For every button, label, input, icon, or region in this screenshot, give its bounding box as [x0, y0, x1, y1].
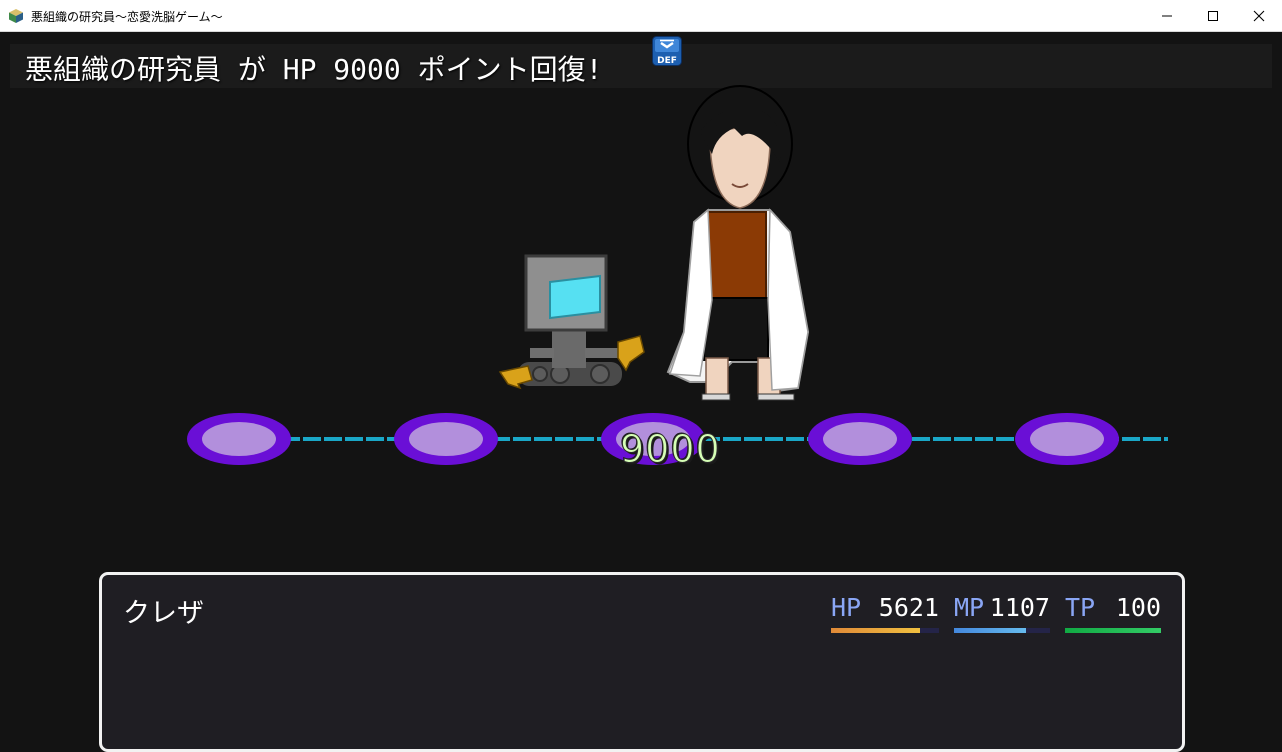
mp-value: 1107	[989, 593, 1050, 622]
hp-gauge-fill	[831, 628, 920, 633]
tp-label: TP	[1065, 593, 1096, 622]
party-status-window[interactable]: クレザ HP 5621 MP 1107 TP 100	[99, 572, 1185, 752]
tp-gauge: TP 100	[1065, 593, 1161, 633]
tp-gauge-track	[1065, 628, 1161, 633]
maximize-icon	[1208, 10, 1218, 21]
hp-label: HP	[831, 593, 862, 622]
mp-gauge-fill	[954, 628, 1026, 633]
maximize-button[interactable]	[1190, 0, 1236, 31]
stage-node[interactable]	[1015, 413, 1119, 465]
minimize-icon	[1162, 15, 1172, 16]
close-button[interactable]	[1236, 0, 1282, 31]
stage-node[interactable]	[394, 413, 498, 465]
mp-gauge: MP 1107	[954, 593, 1050, 633]
tp-gauge-fill	[1065, 628, 1161, 633]
mp-label: MP	[954, 593, 985, 622]
battle-screen[interactable]: 悪組織の研究員 が HP 9000 ポイント回復! DEF 9000 クレザ H…	[0, 32, 1282, 752]
window-title: 悪組織の研究員～恋愛洗脳ゲーム～	[31, 10, 223, 24]
researcher-character-sprite[interactable]	[666, 85, 810, 401]
hp-gauge: HP 5621	[831, 593, 939, 633]
robot-enemy-sprite[interactable]	[498, 254, 645, 390]
game-app-icon	[9, 9, 23, 23]
mp-gauge-track	[954, 628, 1050, 633]
window-titlebar: 悪組織の研究員～恋愛洗脳ゲーム～	[0, 0, 1282, 32]
hp-value: 5621	[878, 593, 939, 622]
hp-gauge-track	[831, 628, 939, 633]
stage-node[interactable]	[808, 413, 912, 465]
close-icon	[1253, 10, 1265, 21]
minimize-button[interactable]	[1144, 0, 1190, 31]
tp-value: 100	[1115, 593, 1161, 622]
heal-popup-number: 9000	[620, 427, 721, 472]
stage-node[interactable]	[187, 413, 291, 465]
actor-name: クレザ	[123, 598, 204, 629]
